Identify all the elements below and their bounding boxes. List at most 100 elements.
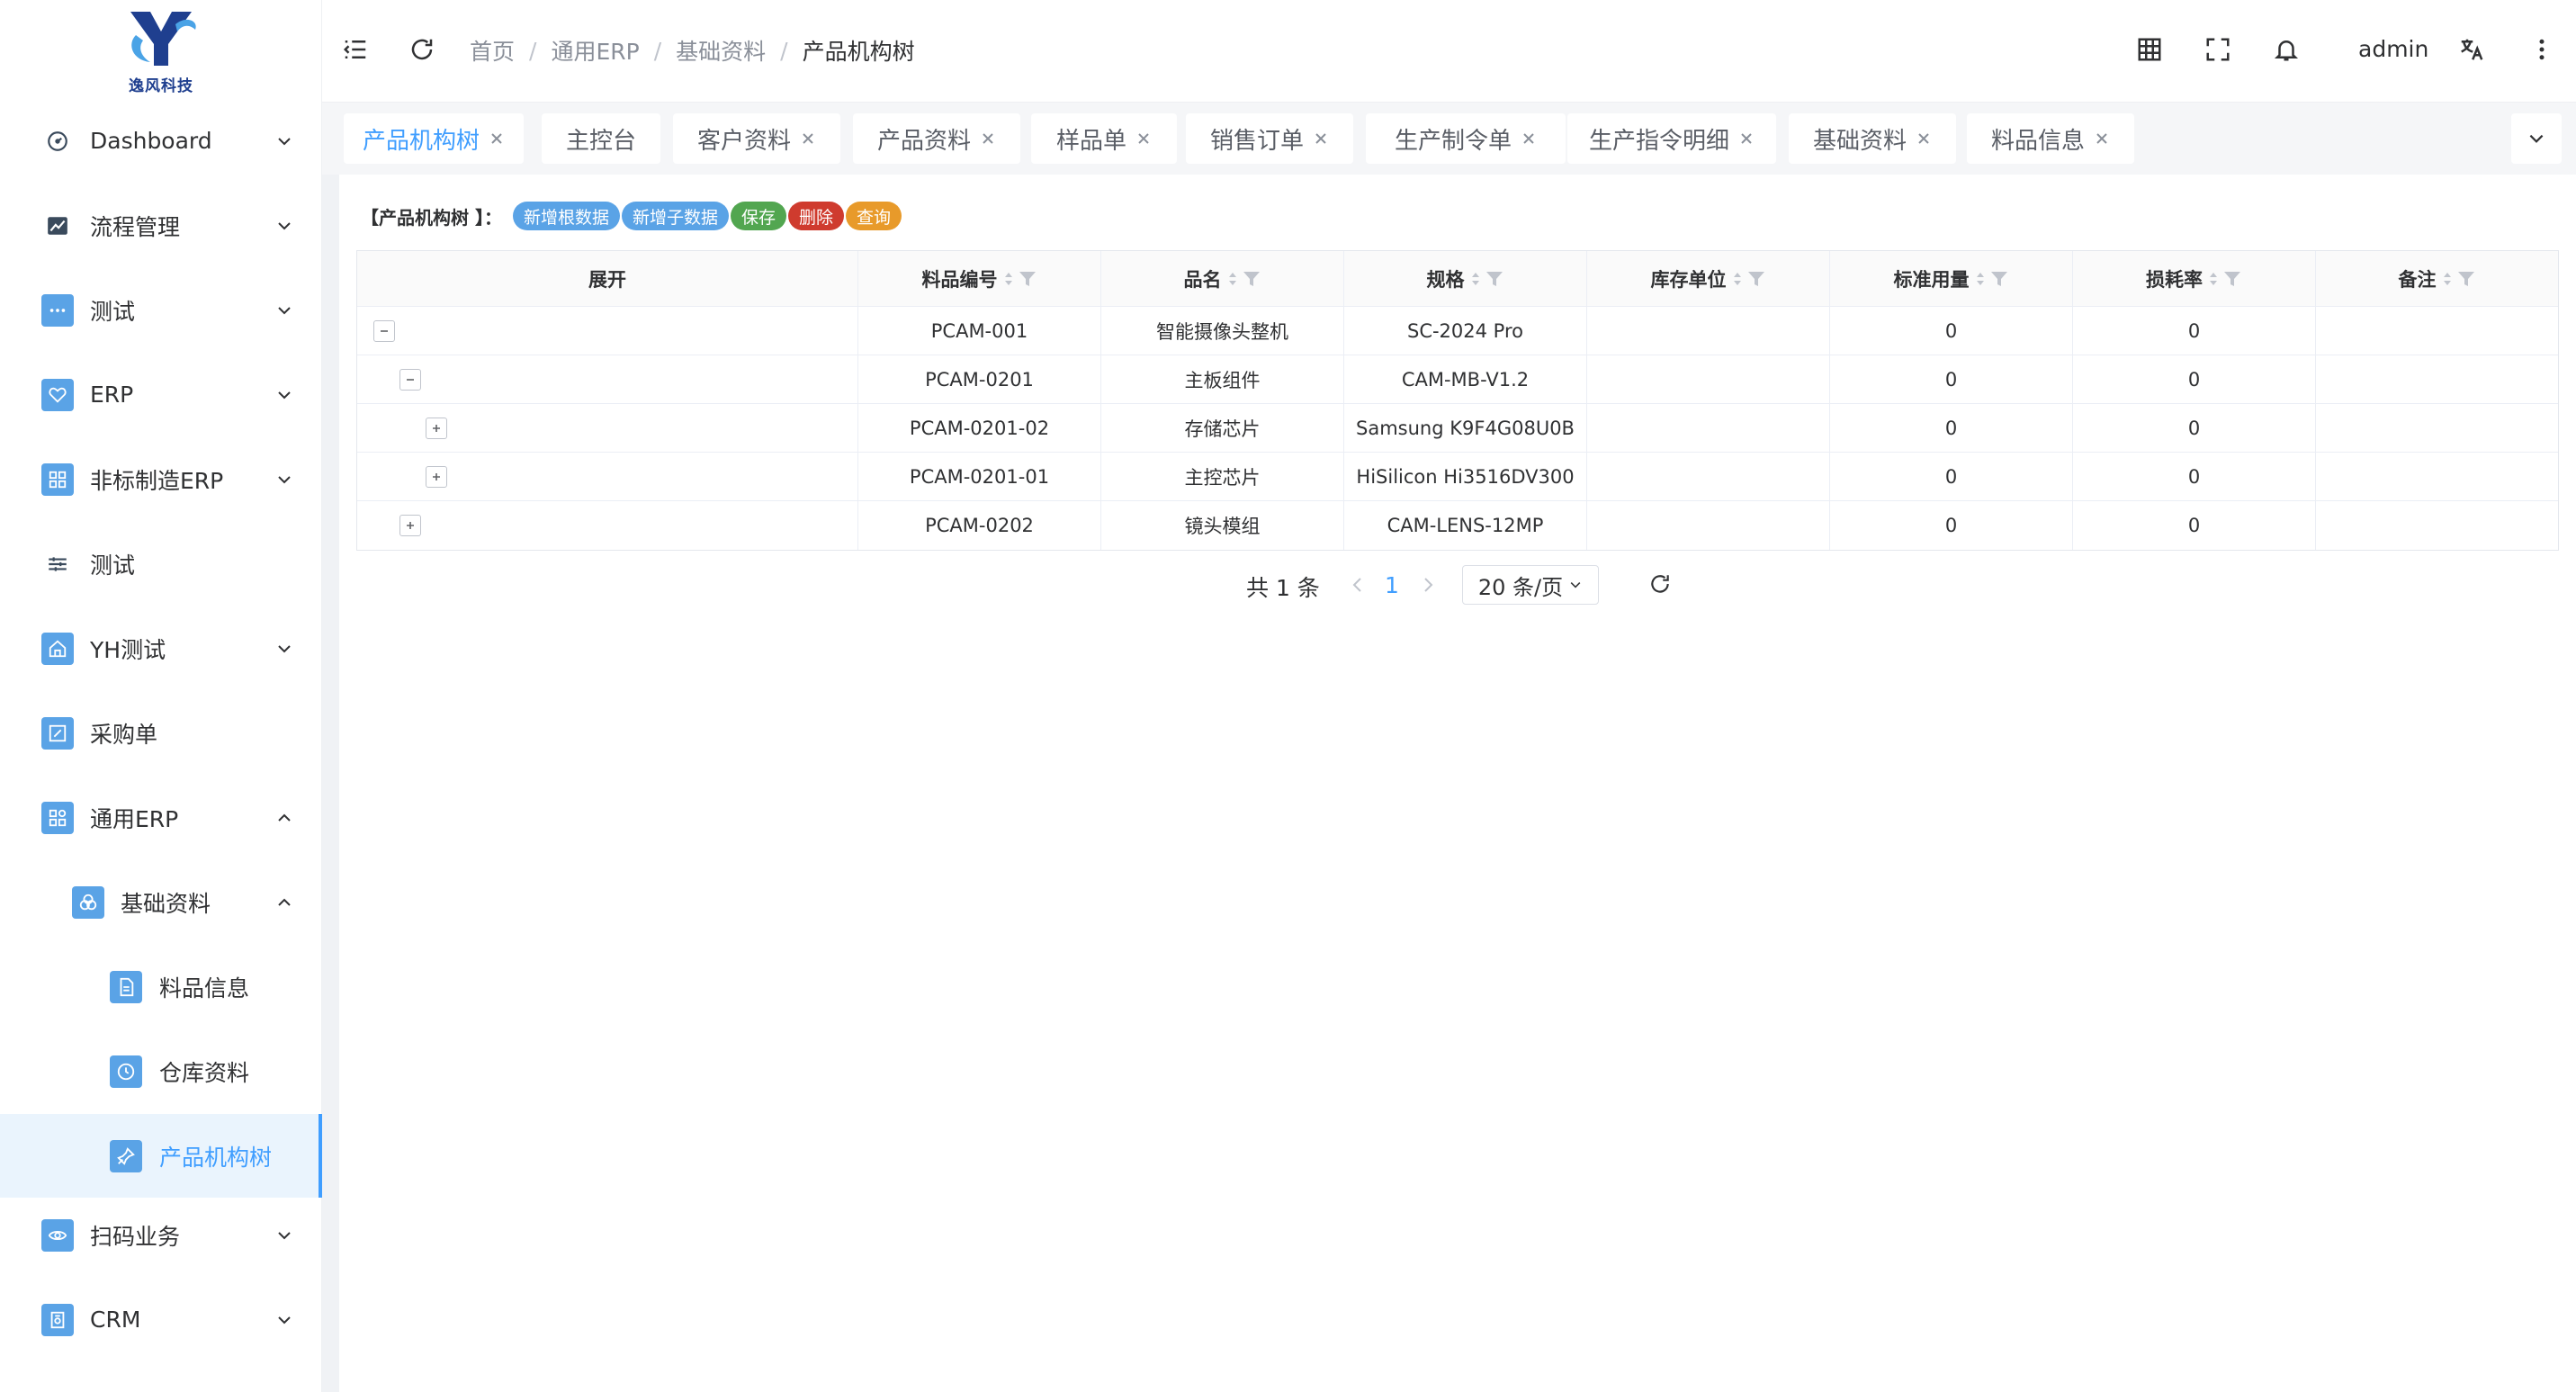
- close-icon[interactable]: [1313, 130, 1329, 147]
- menu-dashboard[interactable]: Dashboard: [0, 99, 322, 183]
- tab-basic-data[interactable]: 基础资料: [1789, 113, 1956, 164]
- collapse-toggle[interactable]: [399, 368, 421, 391]
- tab-sample[interactable]: 样品单: [1031, 113, 1177, 164]
- sort-filter-icons[interactable]: [1227, 270, 1261, 288]
- tab-customer[interactable]: 客户资料: [673, 113, 840, 164]
- menu-item-info[interactable]: 料品信息: [0, 945, 322, 1028]
- breadcrumb-basic-data[interactable]: 基础资料: [676, 34, 766, 67]
- fullscreen-icon[interactable]: [2204, 36, 2231, 63]
- expand-toggle[interactable]: [426, 417, 447, 439]
- menu-test-1[interactable]: 测试: [0, 268, 322, 352]
- tab-item-info[interactable]: 料品信息: [1967, 113, 2134, 164]
- document-icon: [110, 970, 142, 1003]
- pagination-current-page[interactable]: 1: [1385, 572, 1399, 598]
- menu-product-tree[interactable]: 产品机构树: [0, 1114, 322, 1198]
- table-icon[interactable]: [2136, 36, 2163, 63]
- tab-sales-order[interactable]: 销售订单: [1186, 113, 1353, 164]
- collapse-toggle[interactable]: [373, 319, 395, 342]
- expand-toggle[interactable]: [399, 515, 421, 536]
- sort-filter-icons[interactable]: [1003, 270, 1037, 288]
- column-header-qty[interactable]: 标准用量: [1830, 251, 2073, 306]
- column-title: 料品编号: [921, 268, 998, 291]
- sort-filter-icons[interactable]: [1470, 270, 1504, 288]
- close-icon[interactable]: [1135, 130, 1152, 147]
- close-icon[interactable]: [489, 130, 505, 147]
- menu-label: 通用ERP: [90, 805, 179, 832]
- refresh-icon[interactable]: [1648, 572, 1672, 596]
- sort-filter-icons[interactable]: [1975, 270, 2009, 288]
- cell-unit: [1587, 307, 1830, 355]
- close-icon[interactable]: [1738, 130, 1755, 147]
- breadcrumb-separator: /: [529, 37, 537, 64]
- cell-qty: 0: [1830, 501, 2073, 550]
- sort-filter-icons[interactable]: [2442, 270, 2476, 288]
- delete-button[interactable]: 删除: [788, 202, 845, 230]
- refresh-icon[interactable]: [408, 36, 435, 63]
- menu-fold-icon[interactable]: [342, 36, 369, 63]
- page-size-value: 20 条/页: [1477, 574, 1564, 600]
- menu-general-erp[interactable]: 通用ERP: [0, 776, 322, 859]
- page-size-select[interactable]: 20 条/页: [1462, 565, 1599, 605]
- menu-scan-business[interactable]: 扫码业务: [0, 1193, 322, 1277]
- close-icon[interactable]: [2094, 130, 2110, 147]
- menu-label: 流程管理: [90, 213, 181, 240]
- translate-icon[interactable]: [2458, 36, 2485, 63]
- column-header-unit[interactable]: 库存单位: [1587, 251, 1830, 306]
- close-icon[interactable]: [1916, 130, 1932, 147]
- sidebar: 逸风科技 Dashboard 流程管理 测试 ERP 非标制造ERP 测试 YH…: [0, 0, 322, 1392]
- column-header-expand: 展开: [357, 251, 858, 306]
- query-button[interactable]: 查询: [846, 202, 902, 230]
- tab-label: 料品信息: [1990, 127, 2085, 155]
- menu-nonstandard-erp[interactable]: 非标制造ERP: [0, 437, 322, 521]
- user-name[interactable]: admin: [2358, 36, 2428, 62]
- tabs-more-button[interactable]: [2511, 113, 2562, 164]
- tab-console[interactable]: 主控台: [542, 113, 660, 164]
- sort-icon: [1976, 272, 1984, 285]
- menu-basic-data[interactable]: 基础资料: [0, 860, 322, 944]
- column-header-spec[interactable]: 规格: [1344, 251, 1587, 306]
- column-header-name[interactable]: 品名: [1101, 251, 1344, 306]
- add-root-button[interactable]: 新增根数据: [512, 202, 620, 230]
- toolbar: 【产品机构树 】： 新增根数据 新增子数据 保存 删除 查询: [361, 202, 903, 230]
- prev-page-icon[interactable]: [1347, 574, 1369, 596]
- menu-warehouse[interactable]: 仓库资料: [0, 1029, 322, 1113]
- table-row[interactable]: PCAM-0201 主板组件 CAM-MB-V1.2 0 0: [357, 355, 2558, 404]
- logo[interactable]: 逸风科技: [0, 0, 322, 99]
- tab-production-detail[interactable]: 生产指令明细: [1567, 113, 1776, 164]
- menu-process[interactable]: 流程管理: [0, 184, 322, 267]
- breadcrumb-separator: /: [653, 37, 662, 64]
- menu-yh-test[interactable]: YH测试: [0, 606, 322, 690]
- column-header-remark[interactable]: 备注: [2316, 251, 2558, 306]
- tab-product-tree[interactable]: 产品机构树: [344, 113, 524, 164]
- table-row[interactable]: PCAM-0201-01 主控芯片 HiSilicon Hi3516DV300 …: [357, 453, 2558, 501]
- tab-product-data[interactable]: 产品资料: [853, 113, 1020, 164]
- cell-loss: 0: [2073, 404, 2316, 452]
- close-icon[interactable]: [1521, 130, 1537, 147]
- filter-icon: [2457, 271, 2474, 286]
- breadcrumb-general-erp[interactable]: 通用ERP: [551, 34, 639, 67]
- menu-purchase-order[interactable]: 采购单: [0, 691, 322, 775]
- more-vertical-icon[interactable]: [2528, 36, 2555, 63]
- table-row[interactable]: PCAM-0202 镜头模组 CAM-LENS-12MP 0 0: [357, 501, 2558, 550]
- sort-filter-icons[interactable]: [2208, 270, 2242, 288]
- menu-test-2[interactable]: 测试: [0, 522, 322, 606]
- cell-remark: [2316, 404, 2558, 452]
- add-child-button[interactable]: 新增子数据: [621, 202, 729, 230]
- column-header-loss[interactable]: 损耗率: [2073, 251, 2316, 306]
- table-row[interactable]: PCAM-001 智能摄像头整机 SC-2024 Pro 0 0: [357, 307, 2558, 355]
- expand-toggle[interactable]: [426, 465, 447, 488]
- close-icon[interactable]: [980, 130, 996, 147]
- sort-filter-icons[interactable]: [1732, 270, 1766, 288]
- bell-icon[interactable]: [2273, 36, 2300, 63]
- save-button[interactable]: 保存: [731, 202, 787, 230]
- menu-erp[interactable]: ERP: [0, 353, 322, 436]
- column-header-code[interactable]: 料品编号: [858, 251, 1101, 306]
- grid-icon: [41, 463, 74, 496]
- menu-label: 基础资料: [121, 890, 211, 917]
- tab-production-order[interactable]: 生产制令单: [1366, 113, 1566, 164]
- breadcrumb-home[interactable]: 首页: [470, 34, 515, 67]
- close-icon[interactable]: [800, 130, 816, 147]
- table-row[interactable]: PCAM-0201-02 存储芯片 Samsung K9F4G08U0B 0 0: [357, 404, 2558, 453]
- menu-crm[interactable]: CRM: [0, 1278, 322, 1361]
- next-page-icon[interactable]: [1417, 574, 1439, 596]
